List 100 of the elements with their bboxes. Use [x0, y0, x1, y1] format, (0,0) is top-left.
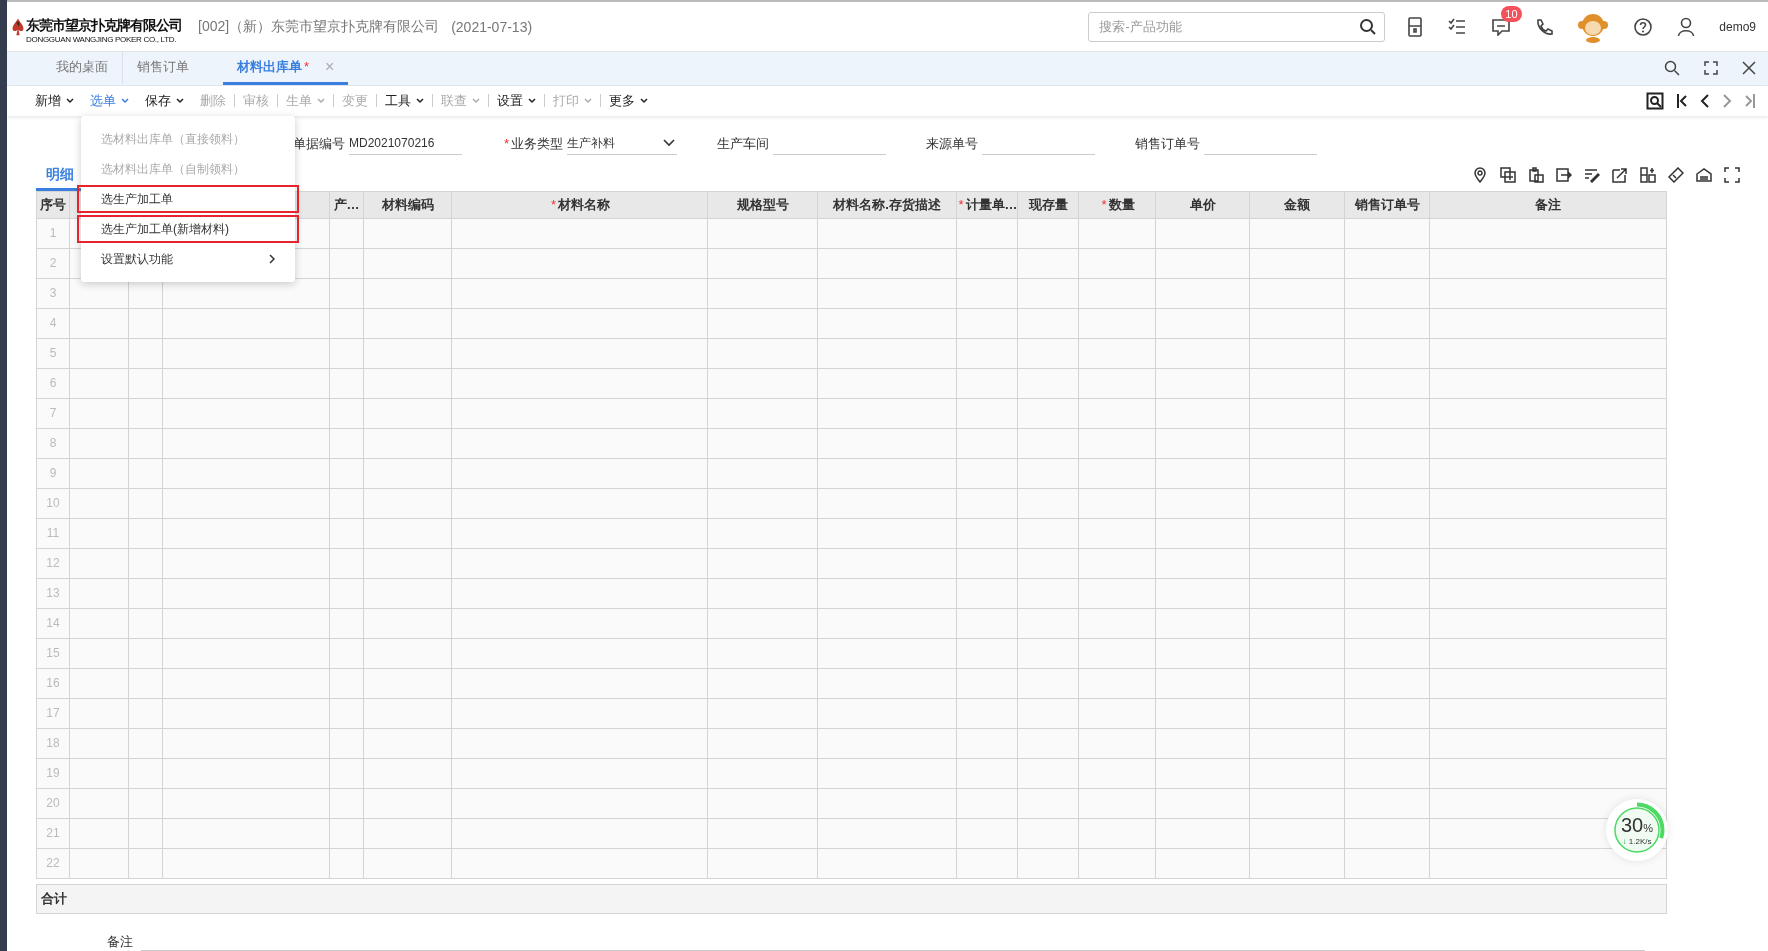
tag-icon[interactable]	[1668, 166, 1684, 183]
help-icon[interactable]	[1633, 16, 1654, 37]
column-header: 单价	[1156, 190, 1250, 219]
page-tab[interactable]: 销售订单	[122, 52, 203, 85]
table-cell	[330, 398, 364, 429]
caret-icon	[663, 139, 676, 148]
table-cell	[1018, 668, 1079, 699]
column-header: 现存量	[1018, 190, 1079, 219]
table-cell	[330, 458, 364, 489]
search-icon[interactable]	[1359, 17, 1378, 36]
table-cell	[1018, 368, 1079, 399]
first-page-icon[interactable]	[1676, 92, 1688, 109]
previous-icon[interactable]	[1700, 92, 1710, 109]
field-label: 来源单号	[926, 134, 979, 153]
table-cell	[129, 398, 163, 429]
preview-icon[interactable]	[1646, 91, 1664, 110]
table-cell	[330, 518, 364, 549]
column-header: *数量	[1079, 190, 1156, 219]
grid-icon[interactable]	[1640, 166, 1656, 183]
checklist-icon[interactable]	[1447, 17, 1468, 36]
table-cell	[1018, 278, 1079, 309]
home-icon[interactable]	[1696, 166, 1712, 183]
table-cell	[957, 518, 1018, 549]
table-cell	[330, 728, 364, 759]
table-cell	[330, 848, 364, 879]
percent-text: 30%	[1621, 814, 1653, 835]
calculator-icon[interactable]	[1407, 16, 1424, 37]
page-tab[interactable]: 我的桌面	[42, 52, 122, 85]
row-number: 16	[46, 676, 60, 691]
table-cell	[330, 428, 364, 459]
company-title: [002]（新）东莞市望京扑克牌有限公司	[198, 17, 440, 36]
row-number: 1	[49, 226, 57, 241]
table-cell	[129, 608, 163, 639]
table-cell	[330, 278, 364, 309]
table-cell	[957, 308, 1018, 339]
user-icon[interactable]	[1677, 16, 1696, 37]
table-cell	[330, 248, 364, 279]
table-cell	[957, 758, 1018, 789]
edit-icon[interactable]	[1584, 166, 1600, 183]
export-icon[interactable]	[1612, 166, 1628, 183]
table-cell	[957, 248, 1018, 279]
table-cell	[129, 338, 163, 369]
import-icon[interactable]	[1556, 166, 1572, 183]
search-field[interactable]: 搜索-产品功能	[1088, 11, 1386, 42]
row-number: 8	[49, 436, 57, 451]
toolbar-button[interactable]: 选单	[82, 91, 137, 110]
row-number: 13	[46, 586, 60, 601]
toolbar-button[interactable]: 工具	[377, 91, 432, 110]
table-cell	[1018, 218, 1079, 249]
row-number: 15	[46, 646, 60, 661]
toolbar-button[interactable]: 设置	[489, 91, 544, 110]
row-number: 22	[46, 856, 60, 871]
user-name[interactable]: demo9	[1719, 19, 1756, 34]
close-icon[interactable]	[1742, 61, 1756, 76]
row-number: 6	[49, 376, 57, 391]
select-field[interactable]: 生产补料	[567, 132, 678, 155]
table-cell	[957, 488, 1018, 519]
table-cell	[1018, 548, 1079, 579]
pin-icon[interactable]	[1472, 166, 1488, 183]
next-icon[interactable]	[1722, 92, 1732, 109]
row-number: 3	[49, 286, 57, 301]
table-cell	[1018, 608, 1079, 639]
menu-item[interactable]: 选生产加工单(新增材料)	[76, 214, 300, 244]
table-cell	[330, 698, 364, 729]
table-cell	[1018, 248, 1079, 279]
field-label: *业务类型	[503, 134, 564, 153]
table-cell	[129, 728, 163, 759]
paste-icon[interactable]	[1528, 166, 1544, 183]
phone-icon[interactable]	[1535, 17, 1554, 36]
table-cell	[957, 398, 1018, 429]
table-cell	[129, 818, 163, 849]
message-icon[interactable]	[1491, 17, 1512, 36]
fullscreen-icon[interactable]	[1704, 61, 1718, 76]
page-tab[interactable]: 材料出库单* ×	[223, 52, 349, 85]
table-cell	[957, 788, 1018, 819]
copy-icon[interactable]	[1500, 166, 1516, 183]
toolbar-button[interactable]: 保存	[137, 91, 192, 110]
table-cell	[129, 758, 163, 789]
table-cell	[330, 308, 364, 339]
table-cell	[957, 578, 1018, 609]
table-cell	[129, 848, 163, 879]
row-number: 20	[46, 796, 60, 811]
table-cell	[129, 548, 163, 579]
table-cell	[330, 638, 364, 669]
table-cell	[129, 368, 163, 399]
table-cell	[957, 278, 1018, 309]
table-cell	[330, 548, 364, 579]
menu-item[interactable]: 设置默认功能	[81, 244, 295, 274]
table-cell	[1018, 338, 1079, 369]
table-cell	[330, 668, 364, 699]
table-cell	[1018, 488, 1079, 519]
table-cell	[957, 368, 1018, 399]
row-number: 5	[49, 346, 57, 361]
toolbar-button[interactable]: 更多	[601, 91, 656, 110]
table-cell	[1018, 518, 1079, 549]
search-icon[interactable]	[1664, 60, 1680, 77]
table-cell	[957, 698, 1018, 729]
expand-icon[interactable]	[1724, 166, 1740, 183]
toolbar-button[interactable]: 新增	[27, 91, 82, 110]
last-page-icon[interactable]	[1744, 92, 1756, 109]
